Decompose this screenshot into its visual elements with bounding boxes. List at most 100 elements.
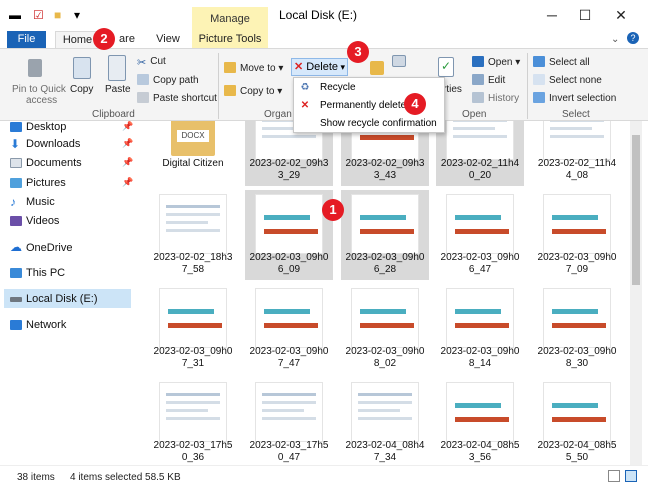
file-name-line: 0_47 xyxy=(277,452,301,463)
chart-thumbnail xyxy=(159,288,227,348)
customize-qat-icon[interactable]: ▾ xyxy=(74,8,80,22)
chart-thumbnail xyxy=(543,194,611,254)
nav-item-documents[interactable]: Documents xyxy=(10,157,82,169)
file-tile[interactable]: 2023-02-04_08h5 3_56 xyxy=(436,378,524,465)
help-icon[interactable]: ? xyxy=(627,32,639,44)
copy-button[interactable]: Copy xyxy=(70,84,93,95)
new-folder-quick-icon[interactable]: ■ xyxy=(54,8,61,22)
select-all-button[interactable]: Select all xyxy=(533,56,590,68)
file-name-line: 2023-02-03_09h0 xyxy=(440,252,520,263)
nav-item-pictures[interactable]: Pictures xyxy=(10,177,66,189)
file-name: 2023-02-04_08h5 3_56 xyxy=(436,440,524,464)
title-bar: ▬ ☑ ■ ▾ Manage Local Disk (E:) ─ ☐ ✕ xyxy=(0,0,648,31)
tab-picture-tools[interactable]: Picture Tools xyxy=(192,31,268,48)
select-none-button[interactable]: Select none xyxy=(533,74,602,86)
invert-selection-button[interactable]: Invert selection xyxy=(533,92,616,104)
edit-button[interactable]: Edit xyxy=(472,74,505,86)
file-tile[interactable]: 2023-02-03_09h0 6_47 xyxy=(436,190,524,280)
scissors-icon: ✂ xyxy=(137,57,147,69)
vertical-scrollbar[interactable] xyxy=(630,121,642,465)
delete-x-icon: ✕ xyxy=(300,100,310,111)
file-tile[interactable]: 2023-02-04_08h5 5_50 xyxy=(533,378,621,465)
file-tile[interactable]: 2023-02-03_09h0 7_31 xyxy=(149,284,237,374)
file-name-line: 2023-02-03_09h0 xyxy=(153,346,233,357)
file-tile[interactable]: 2023-02-02_18h3 7_58 xyxy=(149,190,237,280)
cut-button[interactable]: ✂ Cut xyxy=(137,56,166,69)
file-tile[interactable]: 2023-02-03_09h0 7_09 xyxy=(533,190,621,280)
chart-thumbnail xyxy=(351,288,419,348)
nav-item-videos[interactable]: Videos xyxy=(10,215,59,227)
nav-item-desktop[interactable]: Desktop xyxy=(10,121,66,133)
ribbon-separator xyxy=(218,53,219,119)
image-thumbnail xyxy=(543,121,611,160)
file-tile[interactable]: DOCX Digital Citizen xyxy=(149,121,237,186)
properties-quick-icon[interactable]: ☑ xyxy=(33,8,44,22)
file-name: 2023-02-02_11h4 0_20 xyxy=(436,158,524,182)
file-name-line: 2023-02-02_11h4 xyxy=(440,158,520,169)
details-view-icon[interactable] xyxy=(608,470,620,482)
chart-thumbnail xyxy=(543,382,611,442)
file-tile[interactable]: 2023-02-03_09h0 6_09 xyxy=(245,190,333,280)
history-button[interactable]: History xyxy=(472,92,519,104)
pictures-icon xyxy=(10,178,22,188)
tab-share[interactable]: are xyxy=(112,31,142,48)
maximize-icon[interactable]: ☐ xyxy=(570,4,600,26)
close-icon[interactable]: ✕ xyxy=(606,4,636,26)
pin-icon: 📌 xyxy=(122,138,134,148)
delete-dropdown-arrow-icon[interactable]: ▾ xyxy=(340,59,345,75)
paste-shortcut-button[interactable]: Paste shortcut xyxy=(137,92,217,104)
open-button[interactable]: Open ▾ xyxy=(472,56,520,68)
pin-quick-access-button[interactable]: Pin to Quick xyxy=(12,84,66,95)
file-tile[interactable]: 2023-02-03_17h5 0_36 xyxy=(149,378,237,465)
large-icons-view-icon[interactable] xyxy=(625,470,637,482)
file-tile[interactable]: 2023-02-03_09h0 8_30 xyxy=(533,284,621,374)
nav-item-local-disk[interactable]: Local Disk (E:) xyxy=(10,293,98,305)
file-tile[interactable]: 2023-02-03_09h0 8_02 xyxy=(341,284,429,374)
edit-label: Edit xyxy=(488,75,506,86)
new-folder-icon[interactable] xyxy=(370,61,384,75)
collapse-ribbon-icon[interactable]: ⌄ xyxy=(611,34,619,45)
file-tile[interactable]: 2023-02-04_08h4 7_34 xyxy=(341,378,429,465)
file-tile[interactable]: 2023-02-03_17h5 0_47 xyxy=(245,378,333,465)
file-tile[interactable]: 2023-02-03_09h0 8_14 xyxy=(436,284,524,374)
file-tile[interactable]: 2023-02-03_09h0 6_28 xyxy=(341,190,429,280)
minimize-icon[interactable]: ─ xyxy=(537,4,567,26)
nav-item-onedrive[interactable]: ☁ OneDrive xyxy=(10,240,72,254)
file-tile[interactable]: 2023-02-03_09h0 7_47 xyxy=(245,284,333,374)
scrollbar-thumb[interactable] xyxy=(632,135,640,285)
ribbon-separator-2 xyxy=(527,53,528,119)
move-to-button[interactable]: Move to ▾ xyxy=(224,62,283,74)
chart-thumbnail xyxy=(446,382,514,442)
file-name-line: 2023-02-03_09h0 xyxy=(345,252,425,263)
chart-thumbnail xyxy=(446,288,514,348)
new-item-icon[interactable] xyxy=(392,55,406,67)
computer-icon xyxy=(10,268,22,278)
tab-file[interactable]: File xyxy=(7,31,46,48)
file-name: 2023-02-03_09h0 8_14 xyxy=(436,346,524,370)
copy-icon xyxy=(73,57,91,79)
downloads-icon: ⬇ xyxy=(10,137,21,151)
chart-thumbnail xyxy=(351,194,419,254)
nav-item-downloads[interactable]: ⬇ Downloads xyxy=(10,137,80,151)
file-name: 2023-02-02_09h3 3_43 xyxy=(341,158,429,182)
copy-to-button[interactable]: Copy to ▾ xyxy=(224,85,282,97)
file-name-line: 8_14 xyxy=(468,358,492,369)
properties-button[interactable]: rties xyxy=(443,84,462,95)
nav-item-network[interactable]: Network xyxy=(10,319,66,331)
paste-button[interactable]: Paste xyxy=(105,84,131,95)
file-name-line: 8_02 xyxy=(373,358,397,369)
file-tile[interactable]: 2023-02-02_11h4 0_20 xyxy=(436,121,524,186)
file-name-line: 2023-02-03_09h0 xyxy=(345,346,425,357)
file-name-line: 2023-02-04_08h5 xyxy=(537,440,617,451)
nav-item-this-pc[interactable]: This PC xyxy=(10,267,65,279)
copy-path-button[interactable]: Copy path xyxy=(137,74,199,86)
file-name: 2023-02-03_17h5 0_47 xyxy=(245,440,333,464)
select-none-label: Select none xyxy=(549,75,602,86)
tab-view[interactable]: View xyxy=(150,31,186,48)
menu-item-show-recycle-confirmation[interactable]: Show recycle confirmation xyxy=(294,115,444,133)
delete-button[interactable]: ✕ Delete ▾ xyxy=(291,58,348,76)
file-name-line: Digital Citizen xyxy=(162,158,224,169)
history-label: History xyxy=(488,93,520,104)
file-tile[interactable]: 2023-02-02_11h4 4_08 xyxy=(533,121,621,186)
nav-item-music[interactable]: ♪ Music xyxy=(10,195,55,209)
